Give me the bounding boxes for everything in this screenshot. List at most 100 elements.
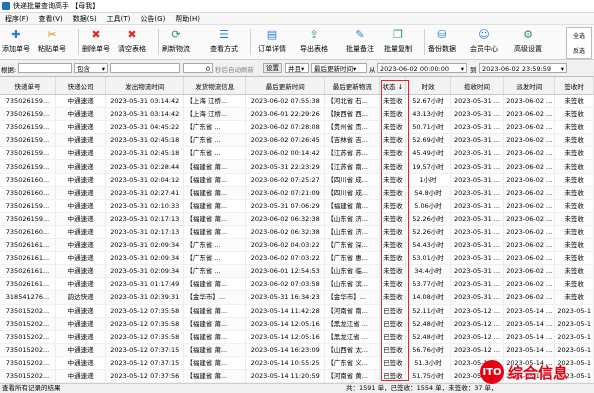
- table-row[interactable]: 735015202... 中通速递 2023-05-12 07:35:58 【福建省 …: [0, 317, 594, 331]
- date-to-input[interactable]: 2023-06-02 23:59:59 ▾: [479, 63, 567, 73]
- toolbar-button-label: 查看方式: [210, 45, 238, 53]
- table-row[interactable]: 318541276... 韵达快递 2023-05-31 02:39:31 【金华市】…: [0, 290, 594, 305]
- table-cell: 2023-05-12 07:37:15: [105, 356, 185, 370]
- menu-item[interactable]: 查看(V): [34, 14, 68, 24]
- export-table-button[interactable]: ⇪ 导出表格: [300, 27, 328, 57]
- add-tracking-button[interactable]: ✚ 添加单号: [2, 27, 30, 57]
- column-header[interactable]: 签收时: [554, 77, 594, 95]
- table-row[interactable]: 735026159... 中通速递 2023-05-31 02:10:33 【福建省 …: [0, 199, 594, 213]
- table-cell: 52.48小时: [405, 330, 451, 344]
- table-row[interactable]: 735026159... 中通速递 2023-05-31 03:14:42 【上海 江…: [0, 94, 594, 109]
- toolbar-button-label: 粘贴单号: [38, 45, 66, 53]
- window-title: 快递批量查询高手 【母我】: [13, 2, 100, 10]
- order-detail-button[interactable]: ▤ 订单详情: [258, 27, 286, 57]
- menu-item[interactable]: 数据(S): [68, 14, 102, 24]
- column-header[interactable]: 发出物流时间: [105, 77, 185, 95]
- menu-item[interactable]: 公告(G): [135, 14, 170, 24]
- table-row[interactable]: 735026159... 中通速递 2023-05-31 02:45:18 【广东省 …: [0, 146, 594, 161]
- table-cell: 52.26小时: [405, 212, 451, 226]
- advanced-settings-button[interactable]: ⚙ 高级设置: [514, 27, 542, 57]
- batch-remark-button[interactable]: ✎ 批量备注: [346, 27, 374, 57]
- toolbar-button-label: 高级设置: [514, 45, 542, 53]
- table-row[interactable]: 735015202... 中通速递 2023-05-12 07:35:58 【福建省 …: [0, 304, 594, 318]
- table-cell: 未签收: [379, 199, 407, 213]
- table-row[interactable]: 735026161... 中通速递 2023-05-31 02:09:34 【广东省 …: [0, 264, 594, 279]
- auto-refresh-setting-button[interactable]: 设置: [263, 63, 282, 73]
- table-cell: 未签收: [554, 159, 594, 174]
- menu-item[interactable]: 帮助(H): [170, 14, 205, 24]
- table-row[interactable]: 735026159... 中通速递 2023-05-31 03:14:42 【上海 江…: [0, 107, 594, 122]
- table-cell: 中通速递: [55, 159, 107, 174]
- and-select[interactable]: 并且▾: [285, 63, 309, 73]
- backup-data-button[interactable]: ⛁ 备份数据: [428, 27, 456, 57]
- table-cell: 5.06小时: [405, 199, 451, 213]
- table-row[interactable]: 735015202... 中通速递 2023-05-12 07:35:58 【福建省 …: [0, 330, 594, 344]
- menu-item[interactable]: 程序(F): [0, 14, 34, 24]
- table-cell: 【广东省 深...: [324, 238, 381, 253]
- table-cell: 2023-05-31 04:45:22: [105, 120, 185, 135]
- toolbar-button-label: 添加单号: [2, 45, 30, 53]
- filter-field-select[interactable]: [18, 63, 72, 73]
- table-row[interactable]: 735026160... 中通速递 2023-05-31 02:04:12 【福建省 …: [0, 173, 594, 187]
- table-cell: 45.49小时: [405, 146, 451, 161]
- menu-item[interactable]: 工具(T): [102, 14, 136, 24]
- table-cell: 2023-06-02 ...: [503, 146, 556, 161]
- backup-icon: ⛁: [437, 28, 447, 41]
- table-row[interactable]: 735026159... 中通速递 2023-05-31 02:45:18 【广东省 …: [0, 133, 594, 148]
- date-from-input[interactable]: 2023-06-02 00:00:00 ▾: [377, 63, 467, 73]
- member-center-button[interactable]: ☺ 会员中心: [470, 27, 498, 57]
- table-cell: 【山西省 太...: [324, 343, 381, 357]
- table-row[interactable]: 735026159... 中通速递 2023-05-31 02:28:44 【福建省 …: [0, 159, 594, 174]
- table-cell: 中通速递: [55, 107, 107, 122]
- view-mode-button[interactable]: ☰ 查看方式: [210, 27, 238, 57]
- table-row[interactable]: 735026160... 中通速递 2023-05-31 02:17:13 【福建省 …: [0, 225, 594, 240]
- table-row[interactable]: 735026159... 中通速递 2023-05-31 04:45:22 【广东省 …: [0, 120, 594, 135]
- refresh-logistics-button[interactable]: ⟳ 刷新物流: [162, 27, 190, 57]
- table-cell: 2023-05-14 ...: [503, 343, 556, 357]
- invert-select-label[interactable]: 反选: [573, 46, 585, 55]
- table-cell: 【福建省 莆...: [183, 317, 247, 331]
- table-cell: 未签收: [554, 173, 594, 187]
- table-cell: 【福建省 莆...: [183, 369, 247, 384]
- column-header[interactable]: 快递单号: [0, 77, 56, 95]
- table-row[interactable]: 735026161... 中通速递 2023-05-31 02:09:34 【广东省 …: [0, 238, 594, 253]
- table-cell: 未签收: [379, 186, 407, 200]
- table-cell: 53.77小时: [405, 277, 451, 292]
- table-row[interactable]: 735026159... 中通速递 2023-05-31 02:17:13 【福建省 …: [0, 212, 594, 226]
- table-cell: 54.8小时: [405, 186, 451, 200]
- table-row[interactable]: 735026161... 中通速递 2023-05-31 02:09:34 【广东省 …: [0, 251, 594, 266]
- table-cell: 已签收: [379, 369, 407, 384]
- batch-copy-button[interactable]: ❐ 批量复制: [384, 27, 412, 57]
- table-cell: 735026159...: [0, 107, 56, 122]
- paste-tracking-button[interactable]: ✂ 粘贴单号: [38, 27, 66, 57]
- keyword-input[interactable]: [110, 63, 180, 73]
- table-cell: 【河北省 石...: [324, 94, 381, 109]
- refresh-seconds-input[interactable]: 0: [183, 63, 213, 73]
- table-row[interactable]: 735026160... 中通速递 2023-05-31 02:27:41 【福建省 …: [0, 186, 594, 200]
- table-row[interactable]: 735015202... 中通速递 2023-05-12 07:37:15 【福建省 …: [0, 343, 594, 357]
- match-mode-select[interactable]: 包含 ▾: [74, 63, 108, 73]
- table-cell: 中通速递: [55, 317, 107, 331]
- table-cell: 【广东省 ...: [183, 120, 247, 135]
- column-header[interactable]: 最后更新时间: [245, 77, 326, 95]
- table-cell: 2023-05-12 07:37:15: [105, 343, 185, 357]
- clear-table-button[interactable]: ✖ 清空表格: [118, 27, 146, 57]
- column-header[interactable]: 派发时间: [503, 77, 556, 95]
- column-header[interactable]: 最后更新物流: [324, 77, 381, 95]
- delete-tracking-button[interactable]: ✖ 删除单号: [82, 27, 110, 57]
- table-cell: 735026159...: [0, 120, 56, 135]
- column-header[interactable]: 发货物流信息: [183, 77, 247, 95]
- table-cell: 52.48小时: [405, 317, 451, 331]
- column-header[interactable]: 状态 ↓: [379, 77, 407, 95]
- table-cell: 未签收: [554, 290, 594, 305]
- date-field-select[interactable]: 最后更新时间▾: [311, 63, 367, 73]
- toolbar-button-label: 清空表格: [118, 45, 146, 53]
- column-header[interactable]: 时效: [405, 77, 451, 95]
- select-all-label[interactable]: 全选: [573, 31, 585, 40]
- select-toggle-box[interactable]: 全选 反选: [566, 27, 592, 59]
- column-header[interactable]: 快递公司: [55, 77, 107, 95]
- table-cell: 2023-06-02 ...: [503, 159, 556, 174]
- table-row[interactable]: 735026161... 中通速递 2023-05-31 01:17:49 【福建省 …: [0, 277, 594, 292]
- column-header[interactable]: 揽收时间: [450, 77, 505, 95]
- table-cell: 2023-05-31 02:09:34: [105, 264, 185, 279]
